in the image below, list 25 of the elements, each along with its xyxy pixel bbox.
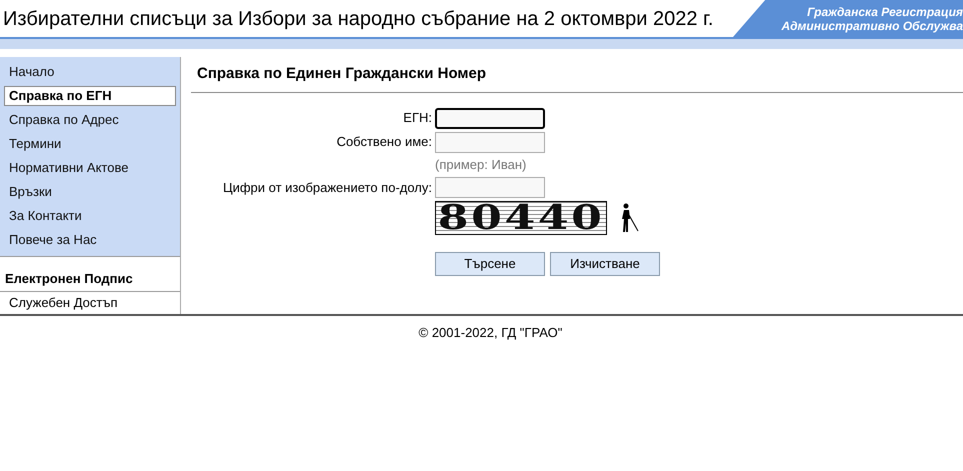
hint-text: (пример: Иван) xyxy=(435,156,526,174)
field-label: ЕГН: xyxy=(403,110,432,126)
form-button[interactable]: Търсене xyxy=(435,252,545,276)
sidebar-item[interactable]: Начало xyxy=(4,60,176,84)
sidebar-item[interactable]: Служебен Достъп xyxy=(0,292,180,314)
input-field[interactable] xyxy=(435,177,545,198)
field-label: Собствено име: xyxy=(336,134,432,150)
section-title: Електронен Подпис xyxy=(0,268,180,292)
banner-text: Административно Обслужва xyxy=(781,18,963,32)
captcha-image: 80440 xyxy=(435,201,607,235)
sidebar-item[interactable]: Справка по Адрес xyxy=(4,108,176,132)
sidebar-item[interactable]: Повече за Нас xyxy=(4,228,176,252)
form-button[interactable]: Изчистване xyxy=(550,252,660,276)
sidebar-item[interactable]: Термини xyxy=(4,132,176,156)
banner-text: Гражданска Регистрация xyxy=(807,4,963,18)
input-field[interactable] xyxy=(435,108,545,128)
form-title: Справка по Единен Граждански Номер xyxy=(191,63,963,92)
input-field[interactable] xyxy=(435,132,545,152)
field-label: Цифри от изображението по-долу: xyxy=(222,180,432,195)
sidebar-item[interactable]: Нормативни Актове xyxy=(4,156,176,180)
copyright-text: © 2001-2022, ГД "ГРАО" xyxy=(418,324,562,342)
sidebar-item[interactable]: За Контакти xyxy=(4,204,176,228)
sidebar-item[interactable]: Връзки xyxy=(4,180,176,204)
sidebar-item[interactable]: Справка по ЕГН xyxy=(4,86,176,106)
page-title: Избирателни списъци за Избори за народно събрание на 2 октомври 2022 г. xyxy=(3,6,714,32)
